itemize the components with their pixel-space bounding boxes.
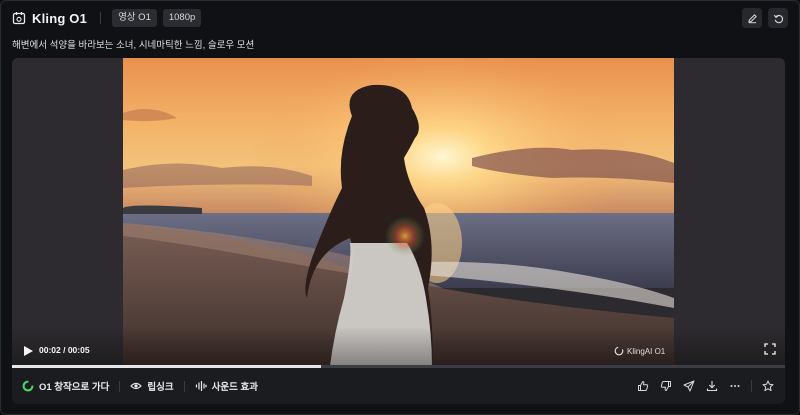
header-actions <box>742 8 788 28</box>
lipsync-button[interactable]: 립싱크 <box>130 379 174 393</box>
edit-button[interactable] <box>742 8 762 28</box>
thumbs-down-icon <box>660 381 671 391</box>
fullscreen-icon <box>764 343 776 355</box>
kling-logo-icon <box>614 346 624 356</box>
more-icon <box>730 385 740 387</box>
action-bar: O1 창작으로 가다 립싱크 사운드 효과 <box>12 368 785 404</box>
fullscreen-button[interactable] <box>764 343 776 355</box>
footer-divider <box>751 380 752 392</box>
video-time: 00:02 / 00:05 <box>39 345 90 355</box>
watermark-text: KlingAI O1 <box>627 346 666 356</box>
undo-button[interactable] <box>768 8 788 28</box>
share-icon <box>683 380 695 392</box>
video-player[interactable]: 00:02 / 00:05 KlingAI O1 <box>12 58 785 366</box>
sound-effect-label: 사운드 효과 <box>211 382 258 393</box>
like-button[interactable] <box>636 379 650 393</box>
download-icon <box>706 381 718 392</box>
star-icon <box>762 380 774 392</box>
footer-divider <box>183 380 185 392</box>
thumbs-up-icon <box>638 381 649 391</box>
go-to-o1-create-label: O1 창작으로 가다 <box>39 382 110 393</box>
undo-icon <box>773 14 783 23</box>
sound-wave-icon <box>195 380 207 392</box>
app-logo-icon <box>12 11 26 25</box>
resolution-chip: 1080p <box>162 9 202 27</box>
watermark: KlingAI O1 <box>614 346 665 356</box>
play-icon <box>24 346 33 356</box>
lipsync-label: 립싱크 <box>147 382 174 393</box>
favorite-button[interactable] <box>761 379 775 393</box>
prompt-text: 해변에서 석양을 바라보는 소녀, 시네마틱한 느낌, 슬로우 모션 <box>12 40 255 51</box>
eye-icon <box>130 382 143 390</box>
play-button[interactable] <box>22 345 34 357</box>
more-button[interactable] <box>728 379 742 393</box>
video-controls-overlay <box>12 326 785 366</box>
kling-logo-icon <box>22 380 34 392</box>
go-to-o1-create-button[interactable]: O1 창작으로 가다 <box>22 379 109 393</box>
header: Kling O1 영상 O1 1080p <box>12 8 788 28</box>
app-title: Kling O1 <box>32 10 88 26</box>
footer-divider <box>119 380 121 392</box>
share-button[interactable] <box>682 379 696 393</box>
video-frame-image <box>12 58 785 366</box>
footer-icon-actions <box>636 379 775 393</box>
edit-icon <box>747 13 757 23</box>
model-chip: 영상 O1 <box>112 9 157 27</box>
dislike-button[interactable] <box>659 379 673 393</box>
sound-effect-button[interactable]: 사운드 효과 <box>195 379 258 393</box>
header-divider <box>100 12 102 24</box>
download-button[interactable] <box>705 379 719 393</box>
